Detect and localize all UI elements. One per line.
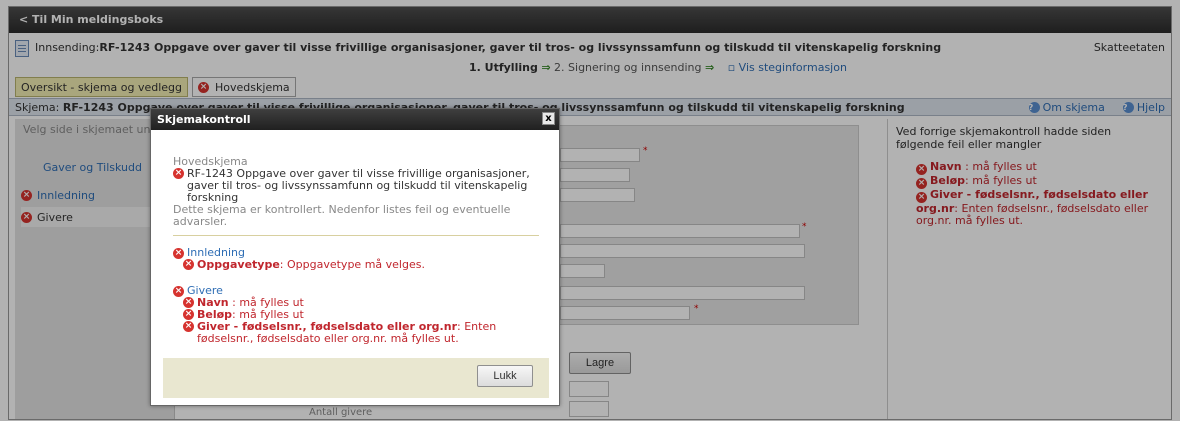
error-item: × Giver - fødselsnr., fødselsdato eller o…: [173, 321, 543, 345]
validation-dialog: Skjemakontroll x Hovedskjema × RF-1243 O…: [150, 108, 560, 406]
dialog-schema-title: RF-1243 Oppgave over gaver til visse fri…: [187, 167, 530, 204]
error-item: × Oppgavetype: Oppgavetype må velges.: [173, 259, 543, 271]
divider: [173, 235, 539, 236]
error-field: Oppgavetype: [197, 258, 280, 271]
error-icon: ×: [183, 321, 194, 332]
error-icon: ×: [173, 285, 184, 297]
schema-row: × RF-1243 Oppgave over gaver til visse f…: [173, 168, 545, 204]
dialog-title-text: Skjemakontroll: [157, 113, 251, 126]
error-icon: ×: [173, 247, 184, 259]
section-innledning: × Innledning × Oppgavetype: Oppgavetype må…: [173, 247, 543, 271]
close-icon[interactable]: x: [542, 112, 555, 125]
dialog-title: Skjemakontroll x: [151, 109, 559, 130]
error-icon: ×: [173, 168, 184, 179]
dialog-summary: Hovedskjema × RF-1243 Oppgave over gaver…: [173, 155, 545, 228]
dialog-footer: Lukk: [163, 358, 549, 398]
error-icon: ×: [183, 297, 194, 308]
error-icon: ×: [183, 309, 194, 320]
error-text: : Oppgavetype må velges.: [279, 258, 425, 271]
close-button[interactable]: Lukk: [477, 365, 533, 387]
controlled-text: Dette skjema er kontrollert. Nedenfor li…: [173, 203, 511, 228]
error-icon: ×: [183, 259, 194, 270]
section-givere: × Givere × Navn : må fylles ut × Beløp: må …: [173, 285, 543, 345]
